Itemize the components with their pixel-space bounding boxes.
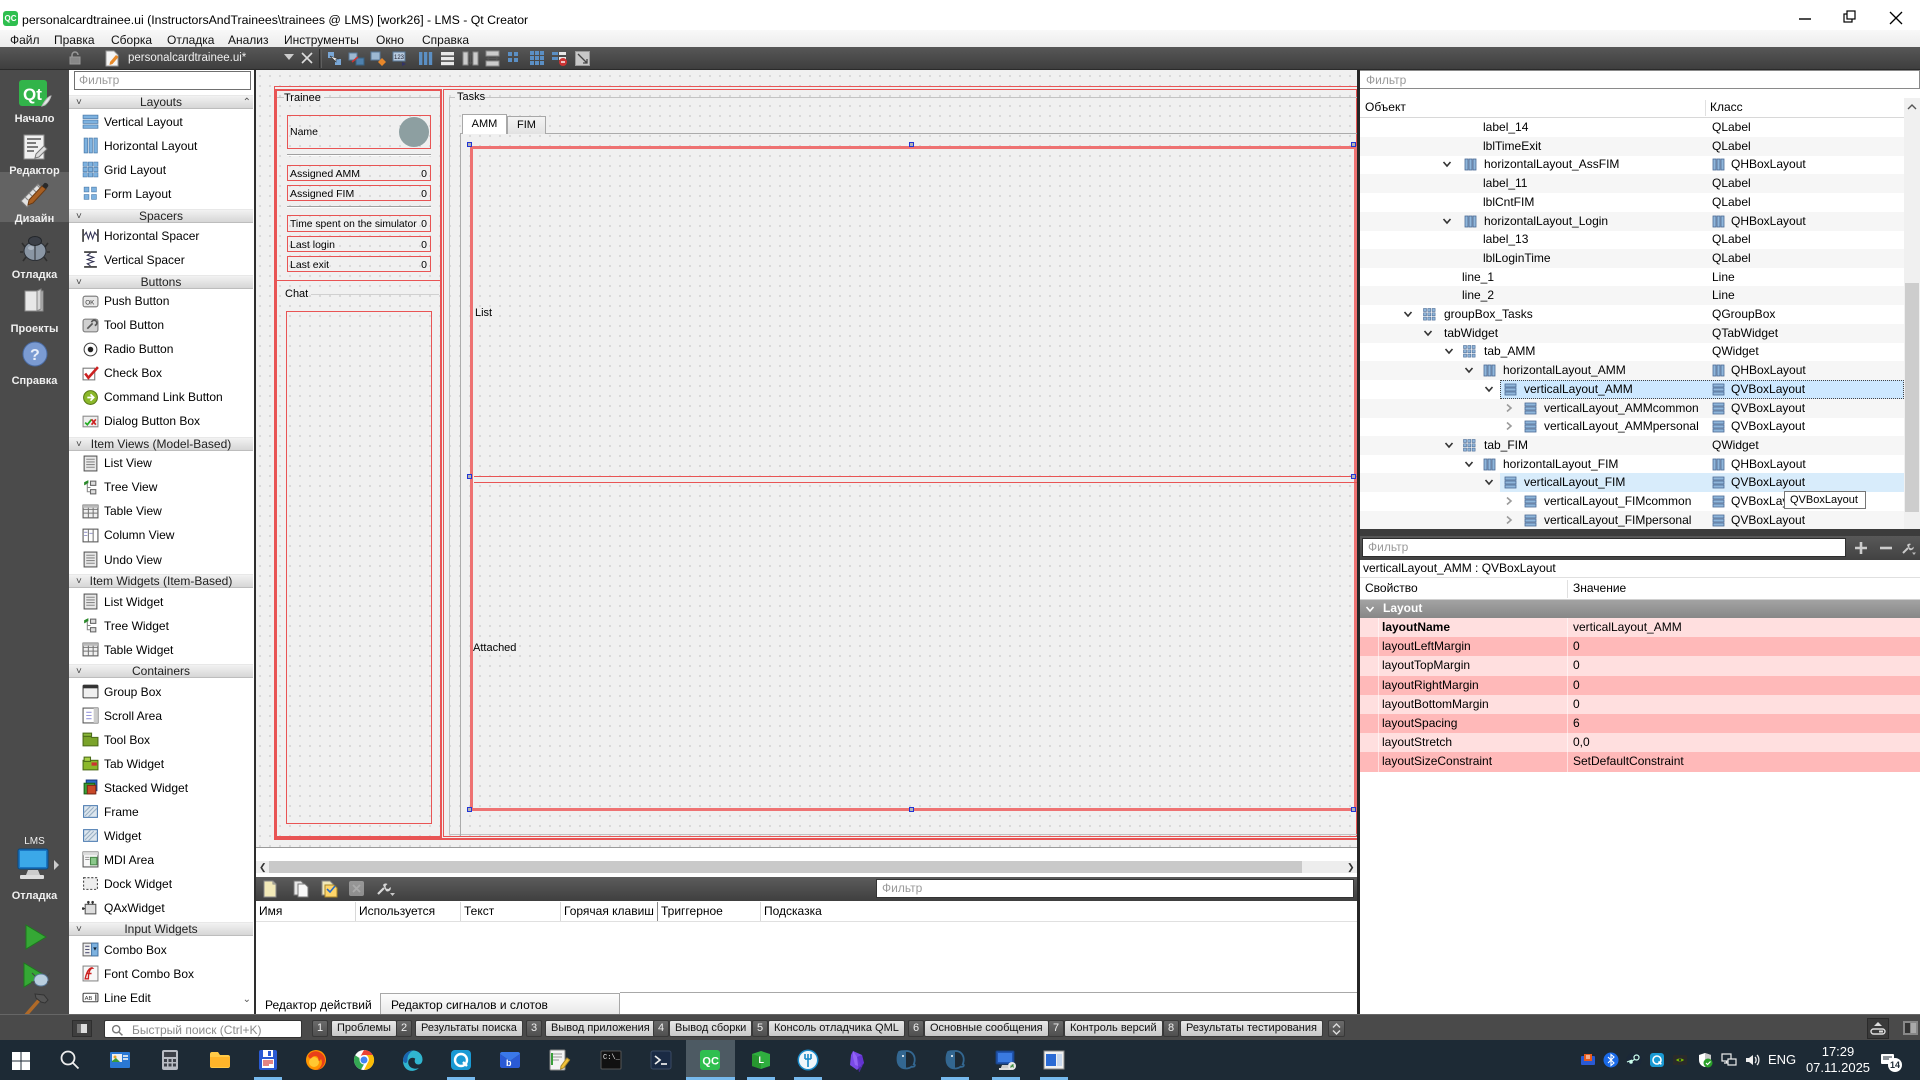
svg-text:?: ?: [30, 347, 40, 364]
svg-text:AB: AB: [85, 996, 93, 1002]
svg-text:123: 123: [394, 55, 405, 61]
svg-text:Qt: Qt: [23, 85, 42, 104]
svg-text:OK: OK: [85, 299, 95, 306]
svg-text:C:\_: C:\_: [603, 1054, 621, 1062]
svg-text:b: b: [506, 1058, 512, 1068]
svg-text:L: L: [759, 1055, 765, 1065]
svg-text:QC: QC: [702, 1056, 719, 1068]
